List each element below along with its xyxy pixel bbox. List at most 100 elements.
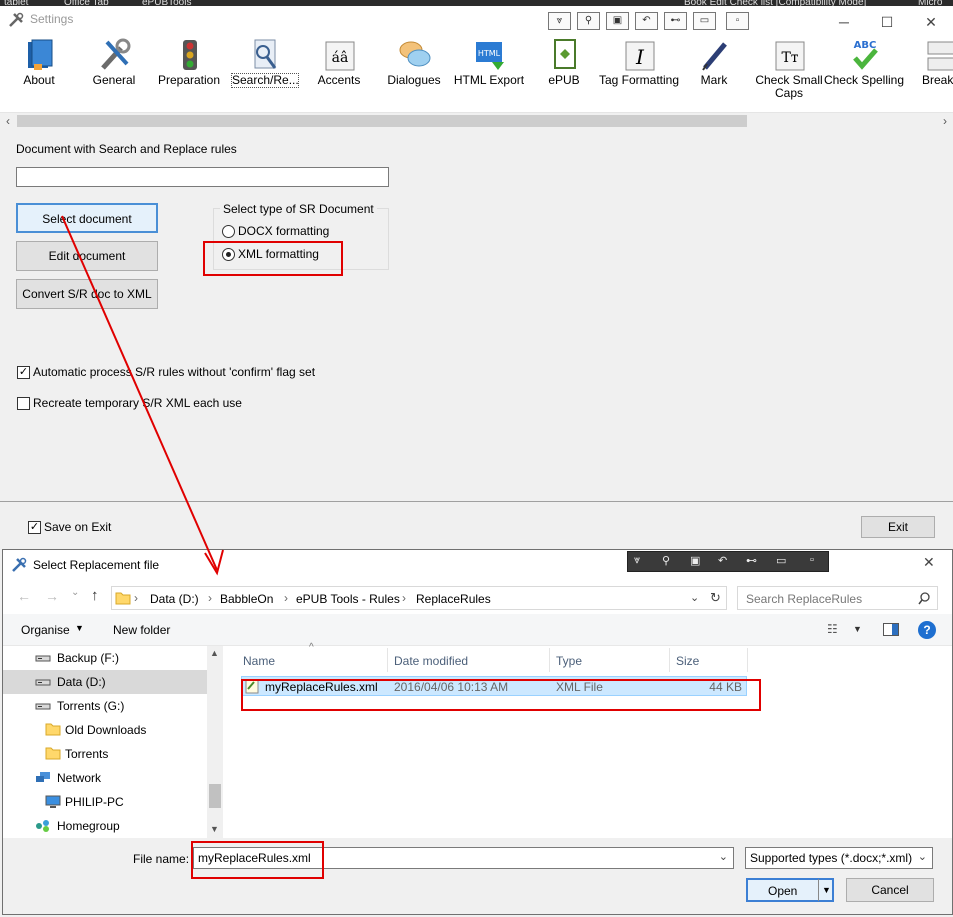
column-divider — [387, 648, 388, 672]
ribbon-html-export[interactable]: HTML HTML Export — [452, 34, 526, 112]
open-button[interactable]: Open ▼ — [746, 878, 834, 902]
quick-access-icon[interactable]: ▭ — [693, 12, 716, 30]
nav-item-network[interactable]: Network — [3, 766, 207, 790]
nav-item-data[interactable]: Data (D:) — [3, 670, 207, 694]
breadcrumb-item[interactable]: ePUB Tools - Rules — [296, 592, 400, 606]
quick-access-icon[interactable]: ↶ — [718, 554, 727, 567]
forward-icon[interactable]: → — [45, 588, 59, 604]
quick-access-icon[interactable]: ↶ — [635, 12, 658, 30]
quick-access-icon[interactable]: ▣ — [606, 12, 629, 30]
ribbon-label: General — [92, 73, 136, 87]
save-on-exit-label[interactable]: Save on Exit — [44, 520, 111, 534]
column-size[interactable]: Size — [676, 654, 699, 668]
organise-button[interactable]: Organise — [21, 623, 70, 637]
scroll-left-icon[interactable]: ‹ — [0, 113, 16, 129]
nav-item-torrents[interactable]: Torrents — [3, 742, 207, 766]
auto-process-label[interactable]: Automatic process S/R rules without 'con… — [33, 365, 315, 379]
ribbon-scrollbar[interactable]: ‹ › — [0, 112, 953, 129]
ribbon-search-replace[interactable]: Search/Re... — [227, 34, 301, 112]
refresh-icon[interactable]: ↻ — [710, 590, 721, 606]
nav-item-philip-pc[interactable]: PHILIP-PC — [3, 790, 207, 814]
ribbon-about[interactable]: About — [2, 34, 76, 112]
quick-access-toolbar: ⩔ ⚲ ▣ ↶ ⊷ ▭ ▫ — [627, 551, 829, 572]
view-options-icon[interactable]: ☷ — [827, 622, 838, 636]
quick-access-icon[interactable]: ▣ — [690, 554, 700, 567]
quick-access-icon[interactable]: ⩔ — [548, 12, 571, 30]
quick-access-icon[interactable]: ⊷ — [746, 554, 757, 567]
chevron-down-icon[interactable]: ⌄ — [690, 591, 699, 604]
recreate-xml-checkbox[interactable] — [17, 397, 30, 410]
breadcrumb-item[interactable]: Data (D:) — [150, 592, 199, 606]
select-document-button[interactable]: Select document — [16, 203, 158, 233]
column-divider — [747, 648, 748, 672]
docx-radio-label[interactable]: DOCX formatting — [238, 224, 329, 238]
search-icon[interactable] — [918, 592, 931, 605]
up-icon[interactable]: ↑ — [91, 587, 99, 604]
ribbon-check-spelling[interactable]: ABC Check Spelling — [824, 34, 904, 112]
settings-titlebar: Settings ⩔ ⚲ ▣ ↶ ⊷ ▭ ▫ ─ ☐ ✕ — [0, 6, 953, 34]
file-type-select[interactable]: Supported types (*.docx;*.xml) ⌄ — [745, 847, 933, 869]
quick-access-icon[interactable]: ⚲ — [662, 554, 670, 567]
convert-to-xml-button[interactable]: Convert S/R doc to XML — [16, 279, 158, 309]
ribbon-general[interactable]: General — [77, 34, 151, 112]
chevron-down-icon[interactable]: ⌄ — [918, 850, 927, 863]
close-icon[interactable]: ✕ — [908, 10, 953, 34]
ribbon-label: Preparation — [157, 73, 221, 87]
ribbon-tag-formatting[interactable]: I Tag Formatting — [599, 34, 679, 112]
edit-document-button[interactable]: Edit document — [16, 241, 158, 271]
scroll-down-icon[interactable]: ▼ — [210, 824, 219, 834]
back-icon[interactable]: ← — [17, 588, 31, 604]
document-path-input[interactable] — [16, 167, 389, 187]
scroll-right-icon[interactable]: › — [937, 113, 953, 129]
nav-item-homegroup[interactable]: Homegroup — [3, 814, 207, 838]
address-bar[interactable]: › Data (D:) › BabbleOn › ePUB Tools - Ru… — [111, 586, 727, 610]
nav-item-backup[interactable]: Backup (F:) — [3, 646, 207, 670]
minimize-icon[interactable]: ─ — [821, 10, 867, 34]
ribbon-breaks[interactable]: Breaks — [902, 34, 953, 112]
scroll-up-icon[interactable]: ▲ — [210, 648, 219, 658]
drive-icon — [35, 655, 51, 662]
nav-item-torrents-drive[interactable]: Torrents (G:) — [3, 694, 207, 718]
chevron-down-icon[interactable]: ▼ — [818, 879, 831, 901]
help-icon[interactable]: ? — [918, 621, 936, 639]
folder-icon — [45, 723, 61, 736]
breadcrumb-item[interactable]: ReplaceRules — [416, 592, 491, 606]
tools-icon — [9, 12, 24, 27]
column-type[interactable]: Type — [556, 654, 582, 668]
docx-radio[interactable] — [222, 225, 235, 238]
ribbon-check-small-caps[interactable]: Tт Check Small Caps — [752, 34, 826, 112]
column-date[interactable]: Date modified — [394, 654, 468, 668]
nav-item-old-downloads[interactable]: Old Downloads — [3, 718, 207, 742]
scroll-thumb[interactable] — [209, 784, 221, 808]
exit-button[interactable]: Exit — [861, 516, 935, 538]
cancel-button[interactable]: Cancel — [846, 878, 934, 902]
ribbon-dialogues[interactable]: Dialogues — [377, 34, 451, 112]
column-name[interactable]: Name — [243, 654, 275, 668]
quick-access-icon[interactable]: ▫ — [726, 12, 749, 30]
quick-access-icon[interactable]: ▫ — [810, 554, 814, 566]
preview-pane-icon[interactable] — [883, 623, 899, 636]
recent-dropdown-icon[interactable]: ⌄ — [71, 587, 79, 598]
scroll-thumb[interactable] — [17, 115, 747, 127]
column-divider — [549, 648, 550, 672]
breadcrumb-item[interactable]: BabbleOn — [220, 592, 273, 606]
chevron-down-icon[interactable]: ▼ — [75, 623, 84, 633]
quick-access-icon[interactable]: ⚲ — [577, 12, 600, 30]
chevron-down-icon[interactable]: ▼ — [853, 624, 862, 634]
auto-process-checkbox[interactable]: ✓ — [17, 366, 30, 379]
quick-access-icon[interactable]: ⩔ — [634, 554, 640, 567]
nav-scrollbar[interactable]: ▲ ▼ — [207, 646, 223, 838]
ribbon-mark[interactable]: Mark — [677, 34, 751, 112]
recreate-xml-label[interactable]: Recreate temporary S/R XML each use — [33, 396, 242, 410]
quick-access-icon[interactable]: ⊷ — [664, 12, 687, 30]
search-input[interactable]: Search ReplaceRules — [737, 586, 938, 610]
ribbon-preparation[interactable]: Preparation — [152, 34, 226, 112]
chevron-down-icon[interactable]: ⌄ — [719, 850, 728, 863]
save-on-exit-checkbox[interactable]: ✓ — [28, 521, 41, 534]
quick-access-icon[interactable]: ▭ — [776, 554, 786, 567]
new-folder-button[interactable]: New folder — [113, 623, 170, 637]
ribbon-epub[interactable]: ePUB — [527, 34, 601, 112]
maximize-icon[interactable]: ☐ — [864, 10, 910, 34]
dialog-close-icon[interactable]: ✕ — [923, 554, 935, 571]
ribbon-accents[interactable]: áâ Accents — [302, 34, 376, 112]
